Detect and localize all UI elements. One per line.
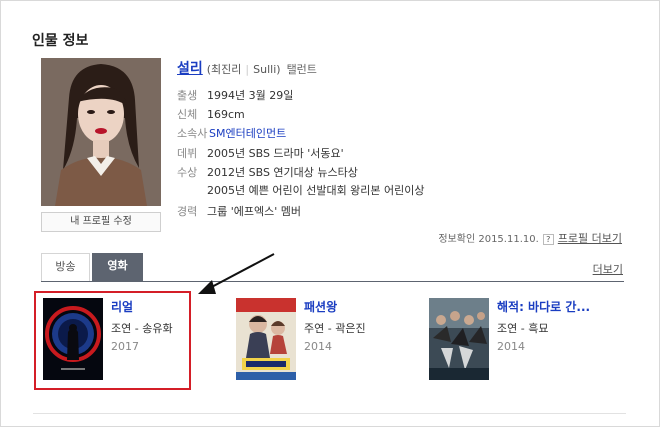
info-value: 1994년 3월 29일 xyxy=(207,89,294,102)
info-row-birth: 출생 1994년 3월 29일 xyxy=(177,87,293,103)
highlight-box xyxy=(34,291,191,390)
info-label: 경력 xyxy=(177,205,198,218)
info-verify-row: 정보확인 2015.11.10.? 프로필 더보기 xyxy=(438,230,622,246)
info-value: 그룹 '에프엑스' 멤버 xyxy=(207,205,302,218)
info-value: 2012년 SBS 연기대상 뉴스타상 xyxy=(207,166,358,179)
person-name-link[interactable]: 설리 xyxy=(177,61,203,77)
info-value: 2005년 SBS 드라마 '서동요' xyxy=(207,147,344,160)
info-row-career: 경력 그룹 '에프엑스' 멤버 xyxy=(177,203,301,219)
verify-date: 정보확인 2015.11.10. xyxy=(438,234,539,245)
section-title: 인물 정보 xyxy=(32,33,89,49)
name-row: 설리 (최진리 | Sulli) 탤런트 xyxy=(177,58,317,77)
movie-title-link[interactable]: 해적: 바다로 간... xyxy=(497,298,590,315)
name-separator: | xyxy=(245,63,250,76)
help-icon[interactable]: ? xyxy=(542,233,554,245)
info-row-award-2: 2005년 예쁜 어린이 선발대회 왕리본 어린이상 xyxy=(177,182,425,198)
profile-photo xyxy=(41,58,161,206)
info-row-debut: 데뷔 2005년 SBS 드라마 '서동요' xyxy=(177,145,344,161)
movie-poster[interactable] xyxy=(236,298,296,380)
info-value: 169cm xyxy=(207,108,245,121)
tab-divider xyxy=(41,281,624,282)
agency-link[interactable]: SM엔터테인먼트 xyxy=(209,127,286,140)
info-label: 수상 xyxy=(177,166,198,179)
more-link[interactable]: 더보기 xyxy=(593,261,623,277)
tab-broadcast[interactable]: 방송 xyxy=(41,253,90,281)
tab-movie[interactable]: 영화 xyxy=(92,253,143,281)
info-label: 출생 xyxy=(177,89,198,102)
bottom-divider xyxy=(33,413,626,414)
more-profile-link[interactable]: 프로필 더보기 xyxy=(558,232,622,245)
info-label: 소속사 xyxy=(177,127,208,140)
info-row-award: 수상 2012년 SBS 연기대상 뉴스타상 xyxy=(177,164,358,180)
movie-role: 주연 - 곽은진 xyxy=(304,322,366,335)
info-value: 2005년 예쁜 어린이 선발대회 왕리본 어린이상 xyxy=(207,184,425,197)
movie-year: 2014 xyxy=(497,340,525,353)
edit-profile-button[interactable]: 내 프로필 수정 xyxy=(41,212,161,232)
info-label: 신체 xyxy=(177,108,198,121)
name-aka-english: Sulli) xyxy=(253,63,281,76)
info-label: 데뷔 xyxy=(177,147,198,160)
occupation: 탤런트 xyxy=(286,63,317,76)
info-row-agency: 소속사 SM엔터테인먼트 xyxy=(177,125,286,141)
movie-role: 조연 - 흑묘 xyxy=(497,322,549,335)
info-row-body: 신체 169cm xyxy=(177,106,245,122)
movie-title-link[interactable]: 패션왕 xyxy=(304,298,337,315)
pointer-arrow-icon xyxy=(190,250,280,304)
movie-year: 2014 xyxy=(304,340,332,353)
name-aka-korean: (최진리 xyxy=(206,63,242,76)
movie-poster[interactable] xyxy=(429,298,489,380)
